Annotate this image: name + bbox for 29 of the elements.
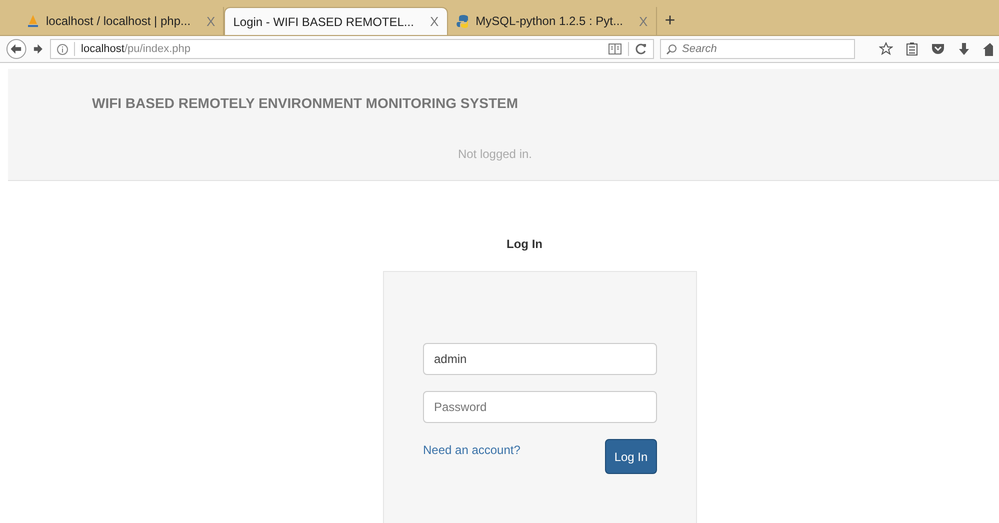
reader-view-icon[interactable] — [608, 43, 622, 55]
tab-title: MySQL-python 1.2.5 : Pyt... — [476, 14, 624, 28]
browser-tab[interactable]: MySQL-python 1.2.5 : Pyt... X — [448, 7, 657, 35]
login-button[interactable]: Log In — [605, 439, 657, 474]
address-bar[interactable]: localhost/pu/index.php — [50, 39, 654, 59]
back-icon[interactable] — [6, 38, 27, 60]
home-icon[interactable] — [983, 42, 993, 56]
python-icon — [456, 14, 470, 28]
reload-icon[interactable] — [635, 43, 647, 55]
tab-title: localhost / localhost | php... — [46, 14, 191, 28]
download-icon[interactable] — [958, 42, 970, 56]
url-text: localhost/pu/index.php — [81, 43, 191, 55]
clipboard-icon[interactable] — [906, 42, 918, 56]
browser-tab[interactable]: Login - WIFI BASED REMOTEL... X — [224, 7, 448, 35]
register-link[interactable]: Need an account? — [423, 443, 520, 457]
login-status: Not logged in. — [456, 147, 532, 161]
site-title: WIFI BASED REMOTELY ENVIRONMENT MONITORING SYSTEM — [92, 95, 519, 111]
forward-icon[interactable] — [32, 43, 44, 55]
close-tab-button[interactable]: X — [430, 14, 439, 29]
pocket-icon[interactable] — [931, 43, 945, 55]
search-field[interactable]: Search — [660, 39, 855, 59]
sailboat-icon — [26, 14, 40, 28]
password-field[interactable]: Password — [423, 391, 657, 423]
username-field[interactable]: admin — [423, 343, 657, 375]
login-heading: Log In — [506, 237, 544, 251]
info-icon[interactable] — [57, 44, 68, 54]
new-tab-button[interactable]: + — [656, 10, 684, 35]
tab-title: Login - WIFI BASED REMOTEL... — [233, 14, 414, 28]
star-icon[interactable] — [879, 42, 893, 56]
